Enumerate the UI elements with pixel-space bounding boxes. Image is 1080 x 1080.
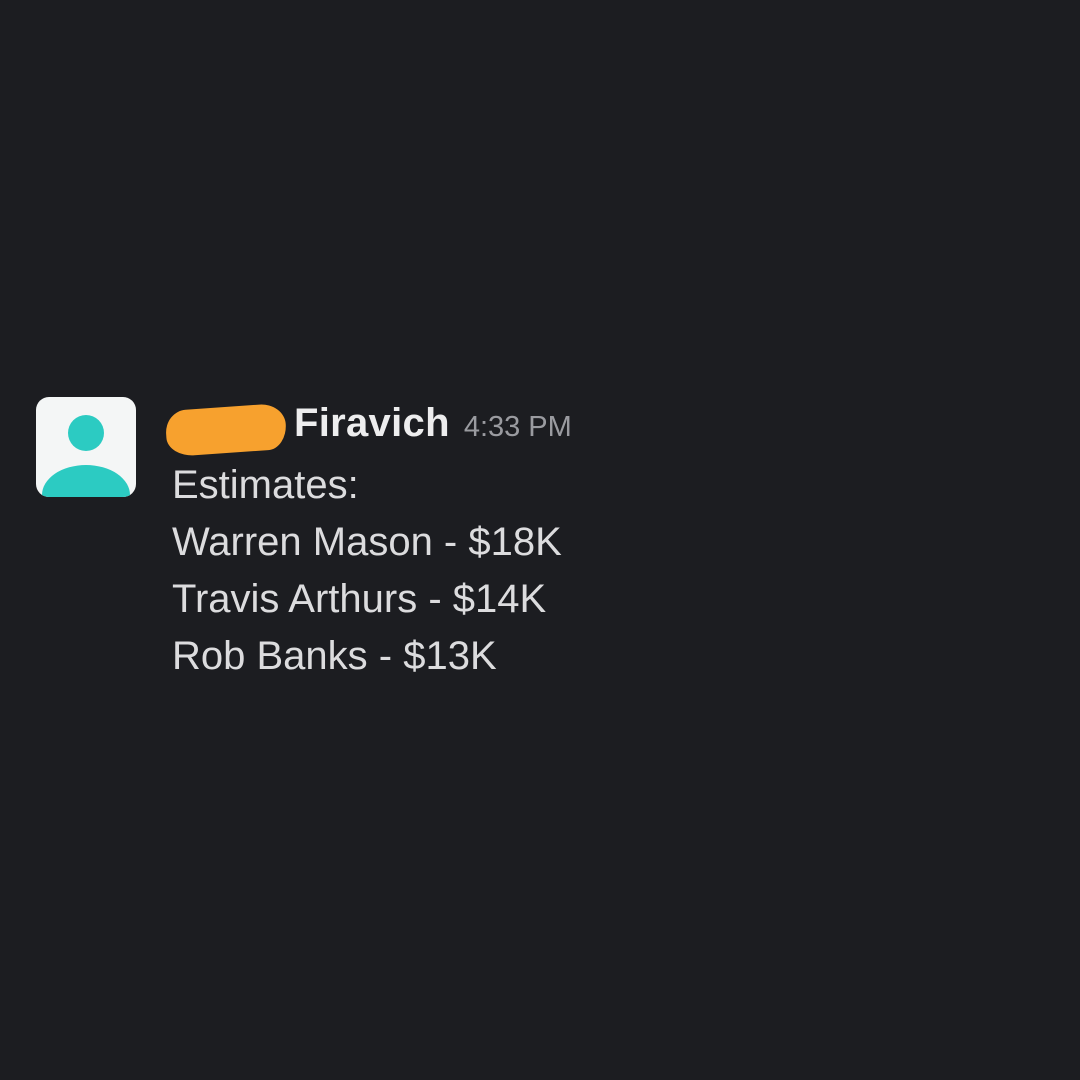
message-line: Estimates:	[172, 463, 359, 507]
redaction-blob	[164, 402, 288, 458]
message-timestamp[interactable]: 4:33 PM	[464, 411, 572, 444]
message-line: Rob Banks - $13K	[172, 634, 497, 678]
chat-message: Firavich 4:33 PM Estimates: Warren Mason…	[36, 397, 572, 685]
avatar-shoulders	[42, 465, 130, 497]
sender-name[interactable]: Firavich	[294, 401, 450, 446]
message-header: Firavich 4:33 PM	[164, 401, 572, 458]
user-avatar-icon[interactable]	[36, 397, 136, 497]
message-line: Travis Arthurs - $14K	[172, 577, 547, 621]
avatar-head	[68, 415, 104, 451]
message-content: Firavich 4:33 PM Estimates: Warren Mason…	[164, 401, 572, 685]
message-line: Warren Mason - $18K	[172, 520, 562, 564]
chat-canvas: Firavich 4:33 PM Estimates: Warren Mason…	[0, 0, 1080, 1080]
